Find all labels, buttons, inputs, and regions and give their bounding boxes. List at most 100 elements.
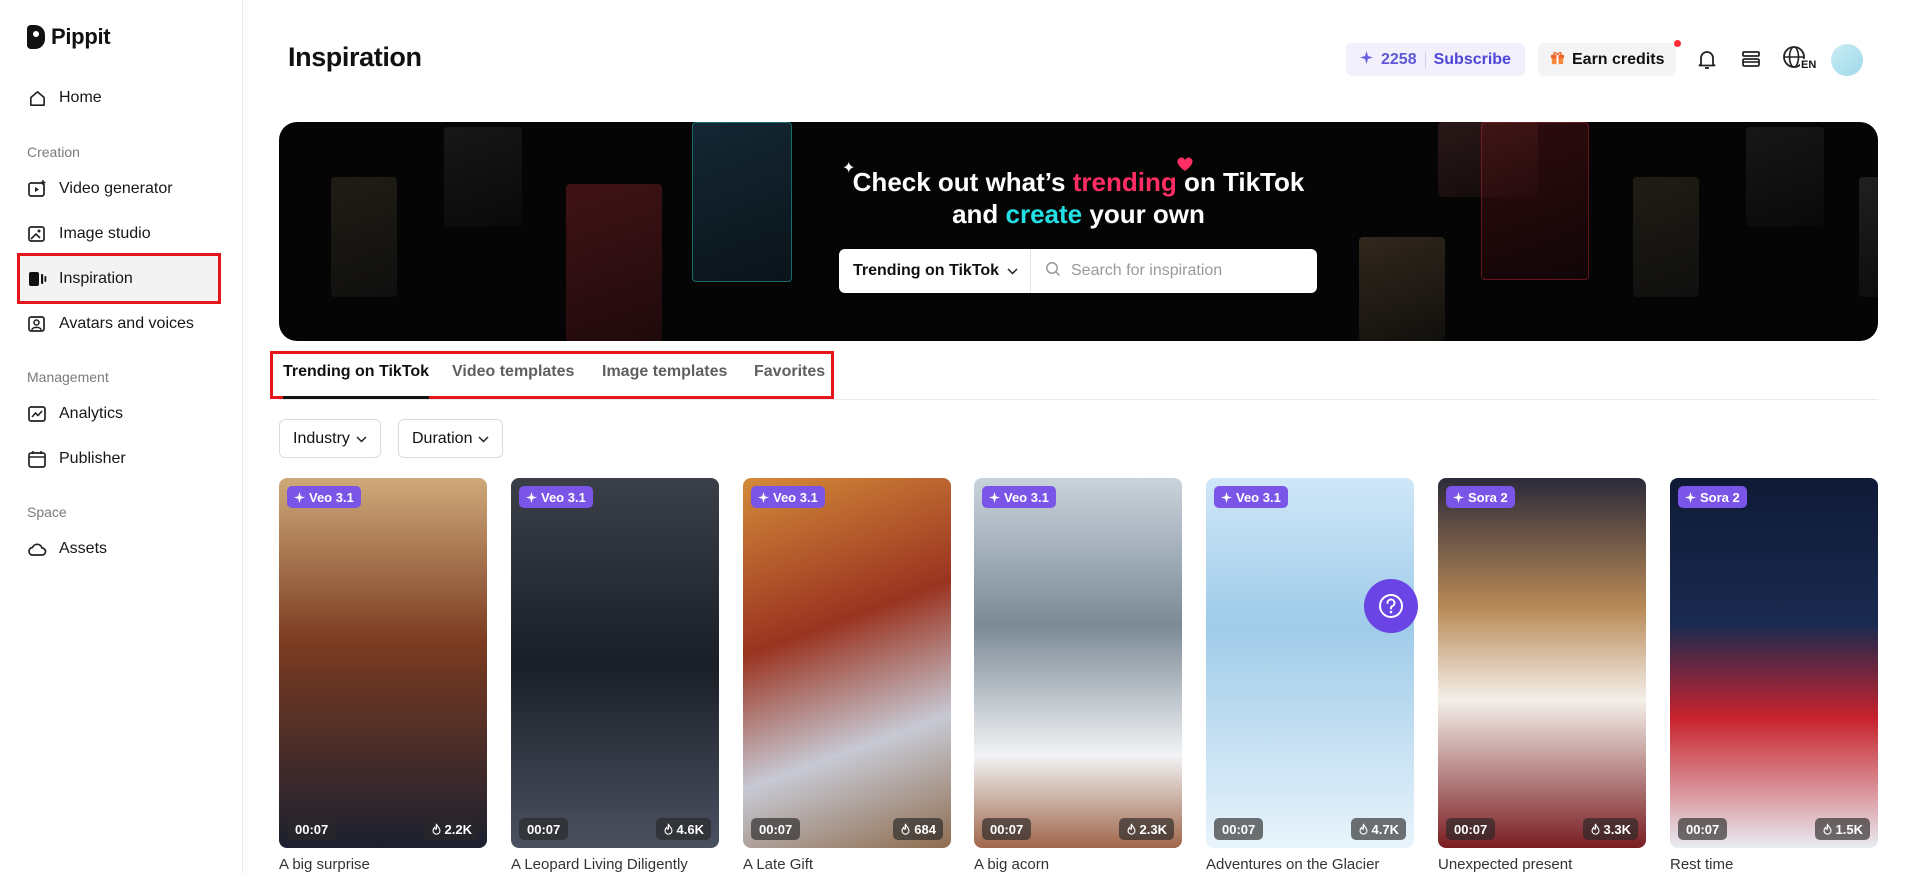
- flame-icon: [1591, 823, 1600, 835]
- views-count: 3.3K: [1582, 818, 1638, 840]
- duration-label: 00:07: [1678, 818, 1728, 840]
- template-card[interactable]: Veo 3.1 00:07 4.6K: [511, 478, 719, 848]
- views-count: 684: [893, 818, 943, 840]
- views-count: 4.7K: [1350, 818, 1406, 840]
- search-source-value: Trending on TikTok: [853, 262, 1000, 279]
- flame-icon: [901, 823, 910, 835]
- banner-line-1: Check out what’s trending on TikTok: [279, 166, 1878, 198]
- question-icon: [1379, 594, 1403, 618]
- template-title[interactable]: Adventures on the Glacier: [1206, 856, 1379, 873]
- sidebar-item-image-studio[interactable]: Image studio: [27, 220, 151, 248]
- tab-video-templates[interactable]: Video templates: [452, 363, 574, 381]
- tab-trending-on-tiktok[interactable]: Trending on TikTok: [283, 363, 429, 381]
- tab-image-templates[interactable]: Image templates: [602, 363, 727, 381]
- sidebar-item-home[interactable]: Home: [27, 84, 102, 112]
- model-badge: Veo 3.1: [519, 486, 593, 508]
- image-studio-icon: [27, 224, 47, 244]
- model-badge-label: Sora 2: [1700, 489, 1740, 505]
- model-badge-label: Veo 3.1: [309, 489, 354, 505]
- banner-text: on TikTok: [1176, 167, 1305, 197]
- template-card[interactable]: Sora 2 00:07 1.5K: [1670, 478, 1878, 848]
- sidebar-item-inspiration[interactable]: Inspiration: [27, 265, 133, 293]
- model-badge: Veo 3.1: [751, 486, 825, 508]
- views-value: 3.3K: [1603, 821, 1631, 837]
- credits-pill[interactable]: 2258 Subscribe: [1346, 43, 1525, 76]
- template-title[interactable]: A big acorn: [974, 856, 1049, 873]
- views-count: 4.6K: [655, 818, 711, 840]
- model-badge: Veo 3.1: [287, 486, 361, 508]
- banner-headline: Check out what’s trending on TikTok and …: [279, 166, 1878, 230]
- language-globe-icon[interactable]: EN: [1781, 45, 1818, 73]
- model-badge-label: Veo 3.1: [773, 489, 818, 505]
- layers-icon[interactable]: [1737, 45, 1765, 73]
- template-title[interactable]: A Late Gift: [743, 856, 813, 873]
- model-badge-label: Veo 3.1: [1004, 489, 1049, 505]
- duration-label: 00:07: [287, 818, 337, 840]
- sparkle-icon: [1360, 50, 1373, 69]
- model-badge: Sora 2: [1446, 486, 1515, 508]
- banner-thumbnail: [1359, 237, 1445, 341]
- template-card[interactable]: Veo 3.1 00:07 684: [743, 478, 951, 848]
- flame-icon: [1823, 823, 1832, 835]
- brand-logo[interactable]: Pippit: [27, 24, 111, 50]
- cloud-icon: [27, 539, 47, 559]
- chevron-down-icon: [1007, 262, 1018, 280]
- search-icon: [1045, 261, 1061, 282]
- sidebar-item-video-generator[interactable]: Video generator: [27, 175, 173, 203]
- bell-icon[interactable]: [1693, 45, 1721, 73]
- page-title: Inspiration: [288, 42, 422, 72]
- views-value: 4.7K: [1371, 821, 1399, 837]
- template-title[interactable]: A Leopard Living Diligently: [511, 856, 688, 873]
- pippit-logo-icon: [27, 25, 45, 49]
- sidebar-item-analytics[interactable]: Analytics: [27, 400, 123, 428]
- template-title[interactable]: Rest time: [1670, 856, 1733, 873]
- sparkle-icon: [526, 491, 537, 503]
- flame-icon: [1127, 823, 1136, 835]
- help-button[interactable]: [1364, 579, 1418, 633]
- flame-icon: [432, 823, 441, 835]
- template-card[interactable]: Veo 3.1 00:07 4.7K: [1206, 478, 1414, 848]
- search-source-select[interactable]: Trending on TikTok: [839, 249, 1031, 293]
- section-space: Space: [27, 504, 67, 520]
- template-card[interactable]: Sora 2 00:07 3.3K: [1438, 478, 1646, 848]
- app-root: Pippit Home Creation Video generator Ima…: [0, 0, 1906, 874]
- views-count: 2.3K: [1118, 818, 1174, 840]
- search-input[interactable]: Search for inspiration: [1031, 261, 1317, 282]
- sidebar-item-publisher[interactable]: Publisher: [27, 445, 126, 473]
- tabs-divider: [279, 399, 1878, 400]
- model-badge: Sora 2: [1678, 486, 1747, 508]
- views-count: 2.2K: [423, 818, 479, 840]
- industry-filter-dropdown[interactable]: Industry: [279, 419, 381, 458]
- sparkle-icon: [1453, 491, 1464, 503]
- credits-count: 2258: [1381, 50, 1417, 68]
- views-value: 1.5K: [1835, 821, 1863, 837]
- tab-favorites[interactable]: Favorites: [754, 363, 825, 381]
- sidebar-item-label: Avatars and voices: [59, 315, 194, 332]
- calendar-icon: [27, 449, 47, 469]
- template-card[interactable]: Veo 3.1 00:07 2.3K: [974, 478, 1182, 848]
- banner-text: your own: [1082, 199, 1205, 229]
- sidebar-item-assets[interactable]: Assets: [27, 535, 107, 563]
- inspiration-icon: [27, 269, 47, 289]
- sidebar-item-label: Analytics: [59, 405, 124, 422]
- views-value: 2.3K: [1139, 821, 1167, 837]
- flame-icon: [664, 823, 673, 835]
- sidebar-item-label: Assets: [59, 540, 108, 557]
- template-title[interactable]: Unexpected present: [1438, 856, 1572, 873]
- views-count: 1.5K: [1814, 818, 1870, 840]
- template-card[interactable]: Veo 3.1 00:07 2.2K: [279, 478, 487, 848]
- sidebar-item-label: Publisher: [59, 450, 126, 467]
- filter-label: Industry: [293, 429, 350, 447]
- section-creation: Creation: [27, 144, 80, 160]
- subscribe-link[interactable]: Subscribe: [1434, 51, 1511, 69]
- model-badge: Veo 3.1: [982, 486, 1056, 508]
- analytics-icon: [27, 404, 47, 424]
- model-badge-label: Veo 3.1: [1236, 489, 1281, 505]
- duration-label: 00:07: [982, 818, 1032, 840]
- sidebar-item-avatars-and-voices[interactable]: Avatars and voices: [27, 310, 194, 338]
- template-title[interactable]: A big surprise: [279, 856, 370, 873]
- earn-credits-button[interactable]: Earn credits: [1538, 43, 1677, 76]
- chevron-down-icon: [356, 430, 367, 448]
- duration-filter-dropdown[interactable]: Duration: [398, 419, 504, 458]
- user-avatar[interactable]: [1831, 44, 1863, 76]
